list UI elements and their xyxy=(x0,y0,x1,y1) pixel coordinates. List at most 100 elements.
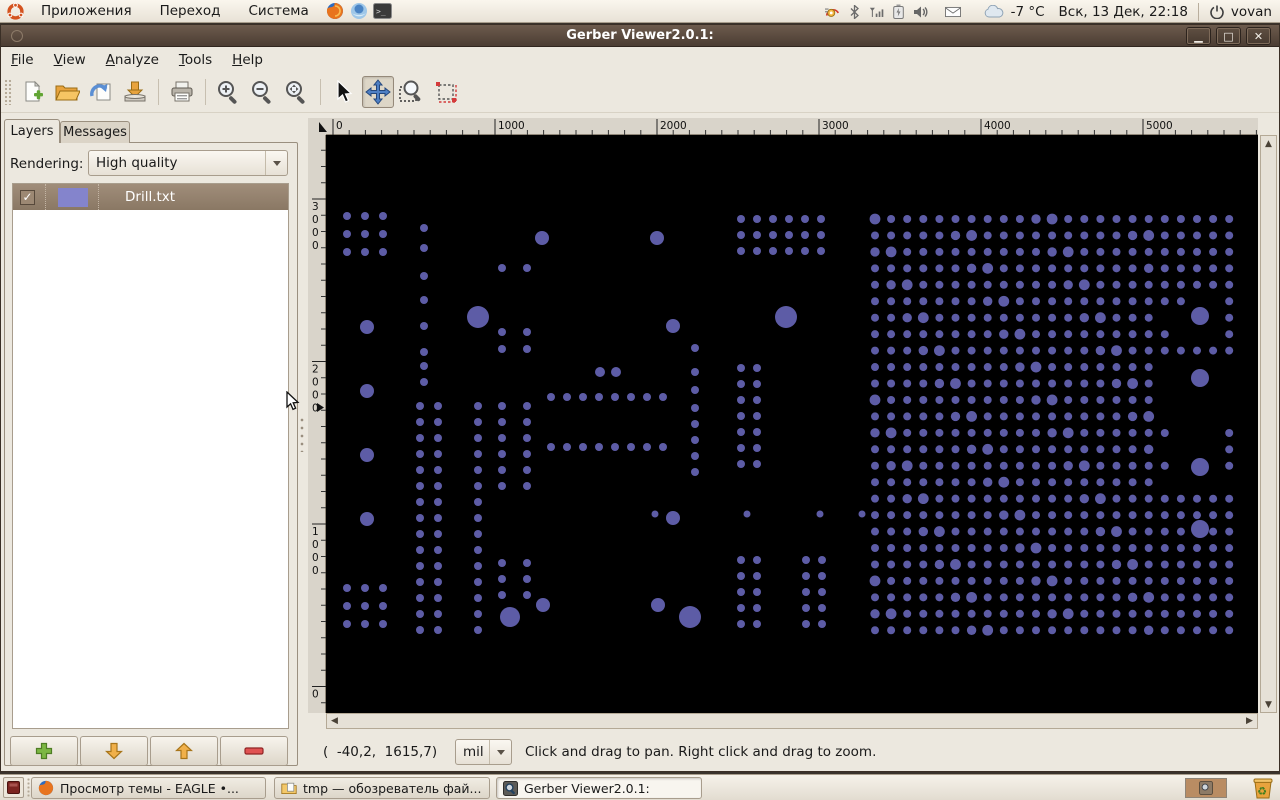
weather-cloud-icon[interactable] xyxy=(983,4,1005,20)
move-layer-down-button[interactable] xyxy=(80,736,148,766)
zoom-out-button[interactable] xyxy=(247,76,279,108)
vertical-scrollbar[interactable]: ▲ ▼ xyxy=(1260,135,1277,713)
svg-text:2000: 2000 xyxy=(660,120,687,132)
scroll-down-arrow[interactable]: ▼ xyxy=(1261,698,1276,711)
workspace-switcher[interactable] xyxy=(1185,778,1227,798)
panel-clock[interactable]: Вск, 13 Дек, 22:18 xyxy=(1059,4,1188,20)
menu-tools[interactable]: Tools xyxy=(169,49,222,71)
menu-file[interactable]: File xyxy=(1,49,44,71)
places-menu[interactable]: Переход xyxy=(146,0,235,23)
svg-text:3000: 3000 xyxy=(822,120,849,132)
firefox-launcher[interactable] xyxy=(325,1,345,21)
menu-analyze[interactable]: Analyze xyxy=(96,49,169,71)
add-layer-button[interactable] xyxy=(10,736,78,766)
measure-tool-button[interactable] xyxy=(430,76,462,108)
scroll-right-arrow[interactable]: ▶ xyxy=(1243,714,1256,728)
column-divider xyxy=(45,184,46,210)
mail-icon[interactable] xyxy=(944,4,961,20)
ruler-y-marker xyxy=(317,403,324,412)
remove-layer-button[interactable] xyxy=(220,736,288,766)
zoom-region-tool-button[interactable] xyxy=(396,76,428,108)
close-button[interactable]: ✕ xyxy=(1246,27,1271,45)
svg-text:1000: 1000 xyxy=(498,120,525,132)
horizontal-ruler-ticks: 0 1000 2000 3000 4000 5000 xyxy=(332,119,1257,135)
horizontal-scrollbar[interactable]: ◀ ▶ xyxy=(326,713,1258,729)
task-gerber-viewer[interactable]: Gerber Viewer2.0.1: xyxy=(496,777,702,799)
volume-icon[interactable] xyxy=(913,4,929,20)
power-icon[interactable] xyxy=(1209,4,1225,20)
zoom-in-button[interactable] xyxy=(213,76,245,108)
svg-text:2: 2 xyxy=(312,364,319,376)
horizontal-ruler: 0 1000 2000 3000 4000 5000 xyxy=(326,118,1258,135)
trash-icon[interactable]: ♻ xyxy=(1250,775,1276,799)
maximize-button[interactable]: □ xyxy=(1216,27,1241,45)
units-select[interactable]: mil xyxy=(455,739,512,765)
arrow-up-icon xyxy=(175,742,193,760)
scroll-left-arrow[interactable]: ◀ xyxy=(328,714,341,728)
units-value: mil xyxy=(463,744,484,760)
gerber-canvas[interactable] xyxy=(326,135,1258,713)
tab-layers[interactable]: Layers xyxy=(4,119,60,143)
terminal-launcher[interactable]: >_ xyxy=(373,1,393,21)
toolbar-separator xyxy=(205,79,206,105)
zoom-out-icon xyxy=(252,81,271,104)
svg-text:4000: 4000 xyxy=(984,120,1011,132)
zoom-fit-button[interactable] xyxy=(281,76,313,108)
scroll-up-arrow[interactable]: ▲ xyxy=(1261,137,1276,150)
weather-temp[interactable]: -7 °C xyxy=(1011,4,1045,20)
move-layer-up-button[interactable] xyxy=(150,736,218,766)
print-button[interactable] xyxy=(166,76,198,108)
layer-visibility-checkbox[interactable]: ✓ xyxy=(20,189,35,205)
task-firefox[interactable]: Просмотр темы - EAGLE •... xyxy=(31,777,266,799)
task-label: tmp — обозреватель фай... xyxy=(303,780,482,796)
rendering-select[interactable]: High quality xyxy=(88,150,288,176)
tab-messages[interactable]: Messages xyxy=(60,121,130,143)
new-file-button[interactable] xyxy=(17,76,49,108)
firefox-icon xyxy=(38,780,54,796)
layer-name: Drill.txt xyxy=(125,189,176,205)
layer-color-swatch xyxy=(58,187,88,207)
pan-tool-button[interactable] xyxy=(362,76,394,108)
firefox-icon xyxy=(326,3,343,19)
pan-icon xyxy=(365,79,391,105)
svg-text:0: 0 xyxy=(312,539,319,551)
svg-text:3: 3 xyxy=(312,201,319,213)
user-menu[interactable]: vovan xyxy=(1231,4,1272,20)
battery-icon[interactable] xyxy=(891,4,907,20)
save-button[interactable] xyxy=(119,76,151,108)
arrow-down-icon xyxy=(105,742,123,760)
layer-list[interactable] xyxy=(12,183,289,729)
web-browser-launcher[interactable] xyxy=(349,1,369,21)
print-icon xyxy=(171,81,193,102)
ubuntu-logo-icon[interactable] xyxy=(5,1,25,21)
mouse-cursor xyxy=(286,391,300,411)
zoom-fit-icon xyxy=(286,81,305,104)
layer-row[interactable]: ✓ Drill.txt xyxy=(13,184,288,210)
system-menu[interactable]: Система xyxy=(235,0,323,23)
open-file-icon xyxy=(55,85,80,101)
applications-menu[interactable]: Приложения xyxy=(27,0,146,23)
titlebar[interactable]: Gerber Viewer2.0.1: ▁ □ ✕ xyxy=(1,25,1279,47)
measure-icon xyxy=(436,82,457,103)
signal-strength-icon[interactable] xyxy=(869,4,885,20)
svg-text:0: 0 xyxy=(312,390,319,402)
window-list-icon xyxy=(7,781,20,794)
minimize-button[interactable]: ▁ xyxy=(1186,27,1211,45)
svg-text:5000: 5000 xyxy=(1146,120,1173,132)
workspace-window-thumbnail xyxy=(1199,781,1213,795)
menu-view[interactable]: View xyxy=(44,49,96,71)
modem-icon[interactable] xyxy=(824,4,841,20)
rendering-value: High quality xyxy=(96,155,178,171)
bluetooth-icon[interactable] xyxy=(847,4,863,20)
menu-help[interactable]: Help xyxy=(222,49,273,71)
toolbar xyxy=(1,72,1279,113)
panel-splitter[interactable] xyxy=(300,418,308,452)
task-file-manager[interactable]: tmp — обозреватель фай... xyxy=(274,777,490,799)
toolbar-handle[interactable] xyxy=(4,79,12,105)
window-list-button[interactable] xyxy=(3,777,24,798)
revert-button[interactable] xyxy=(85,76,117,108)
zoom-region-icon xyxy=(399,80,421,102)
pointer-tool-button[interactable] xyxy=(328,76,360,108)
open-file-button[interactable] xyxy=(51,76,83,108)
cursor-coordinates: ( -40,2, 1615,7) xyxy=(323,744,438,760)
